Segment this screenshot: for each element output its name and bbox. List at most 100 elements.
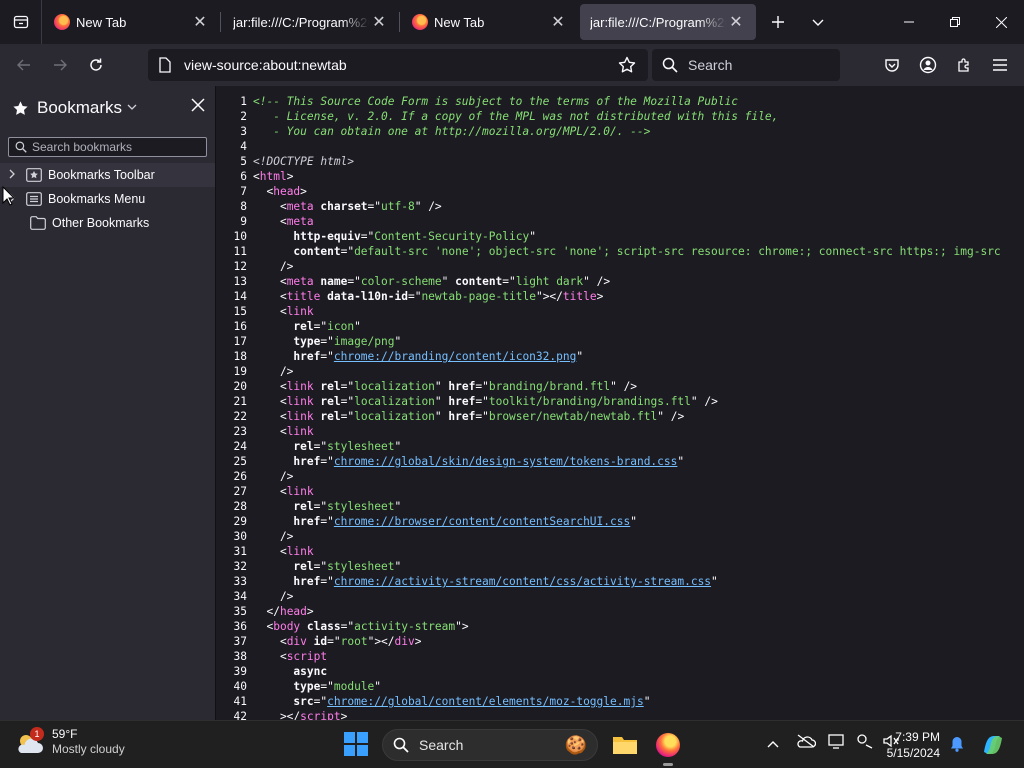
line-number: 34 (233, 590, 247, 603)
source-code: /> (253, 470, 294, 483)
display-icon[interactable] (828, 733, 846, 754)
source-link[interactable]: chrome://branding/content/icon32.png (334, 350, 576, 363)
source-line: 19 /> (217, 364, 1024, 379)
back-button[interactable] (6, 49, 42, 81)
source-link[interactable]: chrome://global/skin/design-system/token… (334, 455, 678, 468)
bookmarks-search-input[interactable] (32, 140, 202, 154)
line-number: 22 (233, 410, 247, 423)
source-code: <html> (253, 170, 294, 183)
app-menu-button[interactable] (982, 49, 1018, 81)
source-link[interactable]: chrome://global/content/elements/moz-tog… (327, 695, 644, 708)
close-window-button[interactable] (978, 0, 1024, 44)
source-line: 38 <script (217, 649, 1024, 664)
source-line: 17 type="image/png" (217, 334, 1024, 349)
source-code: <link (253, 545, 314, 558)
taskbar-search-box[interactable]: Search 🍪 (382, 729, 598, 761)
source-link[interactable]: chrome://browser/content/contentSearchUI… (334, 515, 630, 528)
source-code: <link rel="localization" href="branding/… (253, 380, 638, 393)
close-tab-icon[interactable]: ✕ (369, 12, 389, 32)
forward-button[interactable] (42, 49, 78, 81)
sidebar-switcher-chevron-icon[interactable] (127, 101, 137, 115)
line-number: 29 (233, 515, 247, 528)
source-code: <head> (253, 185, 307, 198)
line-number: 19 (233, 365, 247, 378)
search-bar[interactable]: Search (652, 49, 840, 81)
sidebar-title[interactable]: Bookmarks (37, 98, 122, 118)
source-line: 24 rel="stylesheet" (217, 439, 1024, 454)
start-button[interactable] (344, 732, 368, 761)
bookmarks-sidebar: Bookmarks Bookmarks Toolbar (0, 86, 216, 720)
show-hidden-icons-chevron-icon[interactable] (764, 740, 782, 748)
source-code: - You can obtain one at http://mozilla.o… (253, 125, 651, 138)
file-explorer-button[interactable] (611, 731, 639, 759)
line-number: 7 (240, 185, 247, 198)
source-code: /> (253, 365, 294, 378)
copilot-icon (984, 736, 1002, 754)
copilot-button[interactable] (980, 732, 1006, 763)
source-code: rel="stylesheet" (293, 560, 402, 573)
line-number: 42 (233, 710, 247, 720)
onedrive-offline-icon[interactable] (796, 733, 817, 754)
account-button[interactable] (910, 49, 946, 81)
taskbar-clock[interactable]: 7:39 PM 5/15/2024 (887, 729, 940, 761)
tab-1[interactable]: New Tab ✕ (44, 4, 220, 40)
expand-twisty-icon[interactable] (8, 169, 22, 182)
source-code: type="image/png" (293, 335, 402, 348)
line-number: 18 (233, 350, 247, 363)
bell-icon (951, 737, 963, 752)
close-tab-icon[interactable]: ✕ (548, 12, 568, 32)
pocket-button[interactable] (874, 49, 910, 81)
bookmarks-search-box[interactable] (8, 137, 207, 157)
notifications-button[interactable] (950, 736, 964, 757)
source-code: http-equiv="Content-Security-Policy" (293, 230, 536, 243)
source-code: href="chrome://activity-stream/content/c… (293, 575, 718, 588)
settings-sync-icon[interactable] (856, 733, 874, 754)
tree-item-other-bookmarks[interactable]: Other Bookmarks (0, 211, 215, 235)
new-tab-button[interactable] (758, 4, 798, 40)
minimize-icon (904, 21, 914, 23)
firefox-view-button[interactable] (0, 0, 42, 44)
source-line: 3 - You can obtain one at http://mozilla… (217, 124, 1024, 139)
line-number: 13 (233, 275, 247, 288)
reload-button[interactable] (78, 49, 114, 81)
url-text[interactable]: view-source:about:newtab (184, 57, 347, 73)
view-source-content: 1 <!-- This Source Code Form is subject t… (217, 86, 1024, 720)
firefox-taskbar-button[interactable] (654, 731, 682, 766)
tab-3[interactable]: New Tab ✕ (402, 4, 578, 40)
tree-item-bookmarks-menu[interactable]: Bookmarks Menu (0, 187, 215, 211)
weather-widget[interactable]: 1 59°F Mostly cloudy (14, 727, 125, 757)
line-number: 39 (233, 665, 247, 678)
line-number: 21 (233, 395, 247, 408)
reload-icon (90, 58, 102, 71)
source-code: <meta charset="utf-8" /> (253, 200, 442, 213)
line-number: 23 (233, 425, 247, 438)
extensions-button[interactable] (946, 49, 982, 81)
source-link[interactable]: chrome://activity-stream/content/css/act… (334, 575, 711, 588)
source-line: 25 href="chrome://global/skin/design-sys… (217, 454, 1024, 469)
tab-2[interactable]: jar:file:///C:/Program%20Files/Mozilla%2… (223, 4, 399, 40)
forward-arrow-icon (54, 59, 67, 71)
url-bar[interactable]: view-source:about:newtab (148, 49, 648, 81)
minimize-button[interactable] (886, 0, 932, 44)
cookies-icon: 🍪 (564, 735, 587, 755)
account-icon (919, 56, 937, 74)
weather-temp: 59°F (52, 727, 78, 741)
close-tab-icon[interactable]: ✕ (726, 12, 746, 32)
tree-item-bookmarks-toolbar[interactable]: Bookmarks Toolbar (0, 163, 215, 187)
line-number: 11 (233, 245, 247, 258)
source-line: 14 <title data-l10n-id="newtab-page-titl… (217, 289, 1024, 304)
list-all-tabs-button[interactable] (798, 4, 838, 40)
source-line: 9 <meta (217, 214, 1024, 229)
bookmark-star-button[interactable] (618, 56, 636, 79)
restore-button[interactable] (932, 0, 978, 44)
page-icon (159, 57, 171, 73)
line-number: 2 (240, 110, 247, 123)
close-tab-icon[interactable]: ✕ (190, 12, 210, 32)
notification-badge: 1 (30, 727, 44, 741)
tab-4-selected[interactable]: jar:file:///C:/Program%20Files/Mozilla%2… (580, 4, 756, 40)
source-code: /> (253, 590, 294, 603)
sidebar-close-button[interactable] (191, 98, 205, 117)
weather-condition: Mostly cloudy (52, 742, 125, 756)
source-code: <meta (253, 215, 314, 228)
tree-item-label: Other Bookmarks (52, 216, 150, 230)
